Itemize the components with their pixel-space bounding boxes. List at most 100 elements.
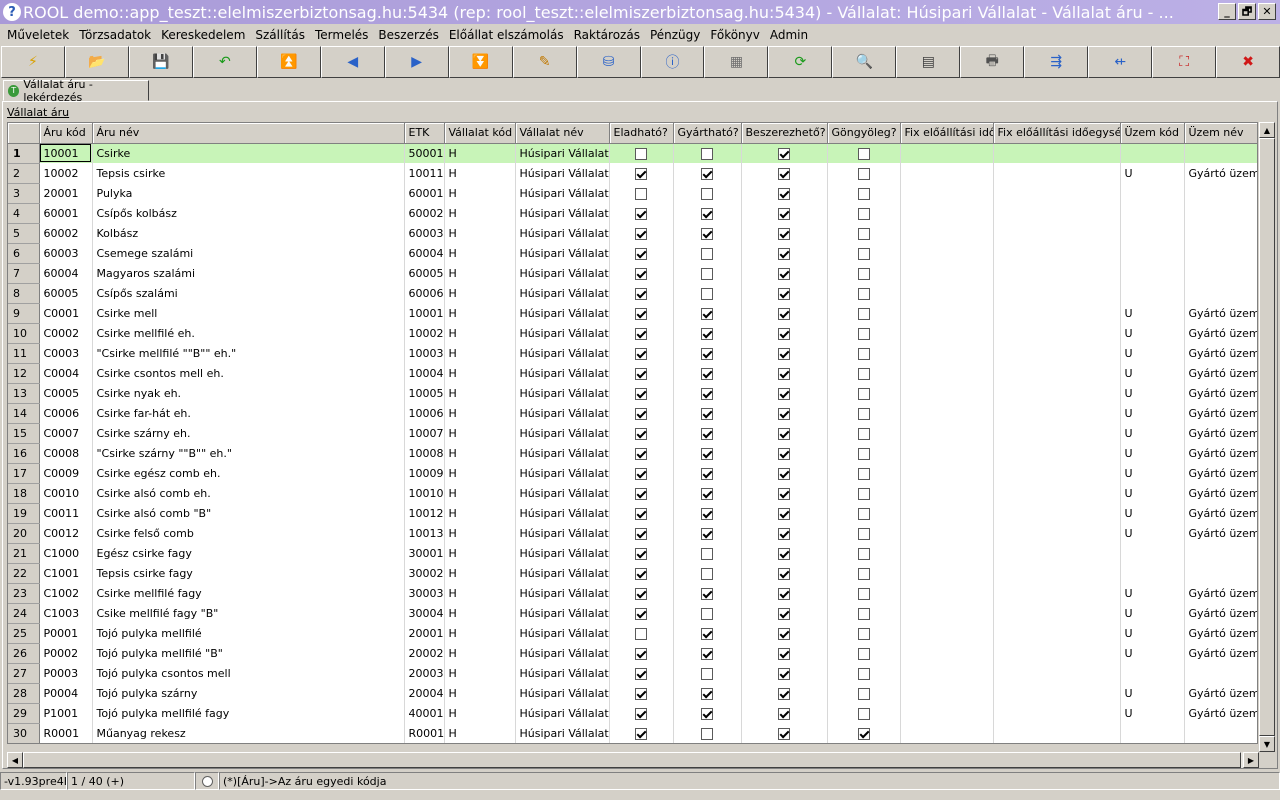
checkbox[interactable] <box>778 667 790 680</box>
table-cell[interactable]: 60002 <box>39 223 93 243</box>
columns-button[interactable]: ▤ <box>896 46 961 78</box>
table-cell[interactable]: Gyártó üzem <box>1184 343 1257 363</box>
checkbox[interactable] <box>701 507 713 520</box>
table-cell[interactable]: Húsipari Vállalat <box>515 623 610 643</box>
checkbox[interactable] <box>635 147 647 160</box>
table-cell-checkbox[interactable] <box>673 223 742 243</box>
table-cell[interactable]: C0001 <box>39 303 93 323</box>
table-cell-checkbox[interactable] <box>741 223 828 243</box>
table-cell[interactable]: Csirke mellfilé fagy <box>92 583 405 603</box>
table-cell[interactable]: P0003 <box>39 663 93 683</box>
table-cell[interactable]: Csirke csontos mell eh. <box>92 363 405 383</box>
open-folder-button[interactable]: 📂 <box>64 46 129 78</box>
table-cell[interactable]: 60003 <box>39 243 93 263</box>
table-cell[interactable]: Húsipari Vállalat <box>515 363 610 383</box>
checkbox[interactable] <box>701 667 713 680</box>
table-cell[interactable] <box>900 663 994 683</box>
checkbox[interactable] <box>635 207 647 220</box>
table-cell[interactable] <box>900 363 994 383</box>
table-cell-checkbox[interactable] <box>609 183 674 203</box>
table-cell-checkbox[interactable] <box>741 323 828 343</box>
table-cell[interactable]: H <box>444 243 516 263</box>
table-row[interactable]: 3 20001 Pulyka 60001 H Húsipari Vállalat <box>8 183 1257 204</box>
table-cell-checkbox[interactable] <box>673 643 742 663</box>
table-cell-checkbox[interactable] <box>741 683 828 703</box>
table-cell[interactable]: Magyaros szalámi <box>92 263 405 283</box>
column-header-9[interactable]: Göngyöleg? <box>827 123 901 144</box>
table-cell[interactable] <box>900 463 994 483</box>
table-cell[interactable]: H <box>444 543 516 563</box>
table-cell[interactable] <box>900 683 994 703</box>
table-cell-checkbox[interactable] <box>827 703 901 723</box>
table-cell[interactable] <box>993 703 1121 723</box>
table-cell[interactable]: H <box>444 603 516 623</box>
table-row[interactable]: 29 P1001 Tojó pulyka mellfilé fagy 40001 H Hú… <box>8 703 1257 724</box>
table-cell-checkbox[interactable] <box>673 523 742 543</box>
table-row[interactable]: 5 60002 Kolbász 60003 H Húsipari Vállalat <box>8 223 1257 244</box>
table-cell[interactable]: U <box>1120 423 1185 443</box>
table-cell-checkbox[interactable] <box>827 423 901 443</box>
table-cell-checkbox[interactable] <box>673 363 742 383</box>
checkbox[interactable] <box>857 547 870 560</box>
checkbox[interactable] <box>857 367 870 380</box>
menu-item-9[interactable]: Főkönyv <box>705 28 765 42</box>
table-cell-checkbox[interactable] <box>609 263 674 283</box>
table-row[interactable]: 11 C0003 "Csirke mellfilé ""B"" eh." 10003 H… <box>8 343 1257 364</box>
table-cell[interactable]: H <box>444 523 516 543</box>
vertical-scroll-thumb[interactable] <box>1259 138 1275 736</box>
table-cell[interactable]: U <box>1120 443 1185 463</box>
checkbox[interactable] <box>778 187 790 200</box>
table-cell[interactable]: 30004 <box>404 603 445 623</box>
column-header-5[interactable]: Vállalat név <box>515 123 610 144</box>
row-number[interactable]: 9 <box>8 303 40 324</box>
checkbox[interactable] <box>778 607 790 620</box>
table-cell[interactable]: C0012 <box>39 523 93 543</box>
menu-item-1[interactable]: Törzsadatok <box>74 28 156 42</box>
table-cell-checkbox[interactable] <box>609 623 674 643</box>
table-cell[interactable] <box>900 283 994 303</box>
last-record-button[interactable]: ⏬ <box>448 46 513 78</box>
checkbox[interactable] <box>857 467 870 480</box>
checkbox[interactable] <box>857 567 870 580</box>
table-cell-checkbox[interactable] <box>827 323 901 343</box>
table-cell[interactable]: Húsipari Vállalat <box>515 203 610 223</box>
checkbox[interactable] <box>701 627 713 640</box>
checkbox[interactable] <box>857 287 870 300</box>
table-cell[interactable]: H <box>444 623 516 643</box>
table-cell-checkbox[interactable] <box>673 703 742 723</box>
table-row[interactable]: 14 C0006 Csirke far-hát eh. 10006 H Húsipari … <box>8 403 1257 424</box>
checkbox[interactable] <box>857 347 870 360</box>
column-header-1[interactable]: Áru kód <box>39 123 93 144</box>
checkbox[interactable] <box>778 547 790 560</box>
menu-item-6[interactable]: Előállat elszámolás <box>444 28 569 42</box>
checkbox[interactable] <box>701 207 713 220</box>
table-row[interactable]: 17 C0009 Csirke egész comb eh. 10009 H Húsipa… <box>8 463 1257 484</box>
checkbox[interactable] <box>778 587 790 600</box>
table-row[interactable]: 3110002Tepsis csirke10011XÉlelmiszeripar… <box>8 743 1258 744</box>
table-cell[interactable]: U <box>1120 163 1185 183</box>
lightning-button[interactable]: ⚡ <box>1 46 65 78</box>
column-header-7[interactable]: Gyártható? <box>673 123 742 144</box>
table-cell[interactable]: H <box>444 663 516 683</box>
table-cell[interactable]: 20001 <box>39 183 93 203</box>
refresh-button[interactable]: ⟳ <box>768 46 833 78</box>
table-row[interactable]: 27 P0003 Tojó pulyka csontos mell 20003 H Hús… <box>8 663 1257 684</box>
row-number[interactable]: 5 <box>8 223 40 244</box>
checkbox[interactable] <box>701 707 713 720</box>
menu-item-7[interactable]: Raktározás <box>569 28 645 42</box>
close-button[interactable]: ✖ <box>1216 46 1280 78</box>
table-cell[interactable]: C0006 <box>39 403 93 423</box>
table-cell[interactable] <box>993 383 1121 403</box>
table-cell[interactable]: H <box>444 303 516 323</box>
form-view-button[interactable]: ▦ <box>704 46 769 78</box>
table-cell[interactable]: P0002 <box>39 643 93 663</box>
row-number[interactable]: 3 <box>8 183 40 204</box>
table-cell[interactable] <box>993 543 1121 563</box>
row-number[interactable]: 10 <box>8 323 40 344</box>
table-cell-checkbox[interactable] <box>609 203 674 223</box>
checkbox[interactable] <box>635 227 647 240</box>
table-cell-checkbox[interactable] <box>741 723 828 743</box>
table-cell-checkbox[interactable] <box>609 303 674 323</box>
checkbox[interactable] <box>857 447 870 460</box>
checkbox[interactable] <box>778 527 790 540</box>
